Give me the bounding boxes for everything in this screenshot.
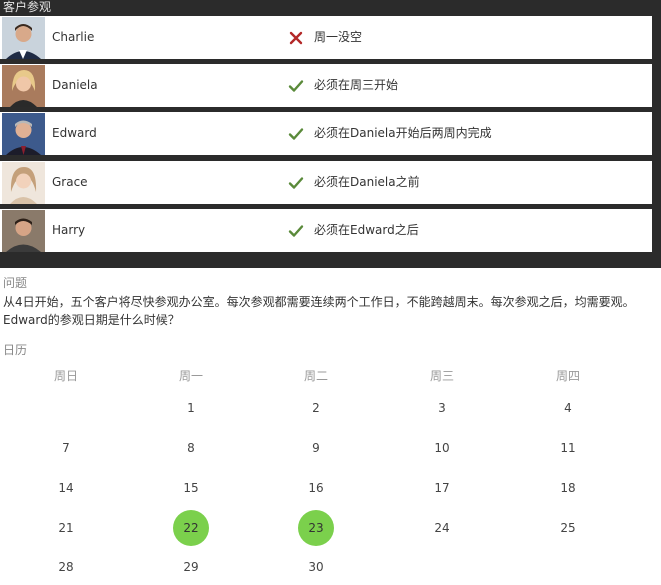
panel-title: 客户参观 <box>3 0 52 14</box>
calendar-day[interactable]: 25 <box>550 510 586 546</box>
calendar-day[interactable]: 9 <box>298 430 334 466</box>
client-row-daniela[interactable]: Daniela 必须在周三开始 <box>0 64 652 107</box>
calendar-day[interactable]: 17 <box>424 470 460 506</box>
calendar-day[interactable]: 8 <box>173 430 209 466</box>
calendar-day[interactable]: 1 <box>173 390 209 426</box>
calendar-day[interactable]: 4 <box>550 390 586 426</box>
avatar-harry <box>2 210 45 252</box>
calendar-day[interactable]: 24 <box>424 510 460 546</box>
cross-icon <box>288 30 304 46</box>
question-text: 从4日开始，五个客户将尽快参观办公室。每次参观都需要连续两个工作日，不能跨越周末… <box>3 295 635 327</box>
client-name: Harry <box>52 223 86 237</box>
calendar-day[interactable]: 11 <box>550 430 586 466</box>
client-row-grace[interactable]: Grace 必须在Daniela之前 <box>0 161 652 204</box>
weekday-header: 周二 <box>303 369 328 383</box>
calendar-day[interactable]: 16 <box>298 470 334 506</box>
calendar-day[interactable]: 14 <box>48 470 84 506</box>
calendar-day[interactable]: 28 <box>48 549 84 585</box>
client-name: Grace <box>52 175 88 189</box>
client-name: Charlie <box>52 30 95 44</box>
calendar-day[interactable]: 29 <box>173 549 209 585</box>
client-name: Edward <box>52 126 97 140</box>
calendar-day[interactable]: 7 <box>48 430 84 466</box>
client-row-edward[interactable]: Edward 必须在Daniela开始后两周内完成 <box>0 112 652 155</box>
calendar-day-selected[interactable]: 22 <box>173 510 209 546</box>
calendar-day[interactable]: 15 <box>173 470 209 506</box>
check-icon <box>288 126 304 142</box>
check-icon <box>288 175 304 191</box>
client-note: 必须在Daniela之前 <box>314 175 420 189</box>
calendar-day[interactable]: 2 <box>298 390 334 426</box>
calendar-day[interactable]: 21 <box>48 510 84 546</box>
calendar-day[interactable]: 30 <box>298 549 334 585</box>
weekday-header: 周四 <box>555 369 580 383</box>
check-icon <box>288 78 304 94</box>
weekday-header: 周三 <box>429 369 454 383</box>
client-note: 必须在Edward之后 <box>314 223 419 237</box>
client-name: Daniela <box>52 78 98 92</box>
check-icon <box>288 223 304 239</box>
client-visits-panel: 客户参观 Charlie 周一没空 Daniela 必须在周三开始 Edward… <box>0 0 661 268</box>
client-row-harry[interactable]: Harry 必须在Edward之后 <box>0 209 652 252</box>
weekday-header: 周一 <box>178 369 203 383</box>
calendar-day[interactable]: 10 <box>424 430 460 466</box>
calendar-day-selected[interactable]: 23 <box>298 510 334 546</box>
client-row-charlie[interactable]: Charlie 周一没空 <box>0 16 652 59</box>
calendar-day[interactable]: 3 <box>424 390 460 426</box>
client-note: 必须在周三开始 <box>314 78 399 92</box>
avatar-edward <box>2 113 45 155</box>
client-note: 周一没空 <box>314 30 363 44</box>
question-label: 问题 <box>3 276 28 290</box>
calendar-day[interactable]: 18 <box>550 470 586 506</box>
weekday-header: 周日 <box>53 369 78 383</box>
client-note: 必须在Daniela开始后两周内完成 <box>314 126 492 140</box>
avatar-grace <box>2 162 45 204</box>
avatar-daniela <box>2 65 45 107</box>
calendar-label: 日历 <box>3 343 28 357</box>
avatar-charlie <box>2 17 45 59</box>
